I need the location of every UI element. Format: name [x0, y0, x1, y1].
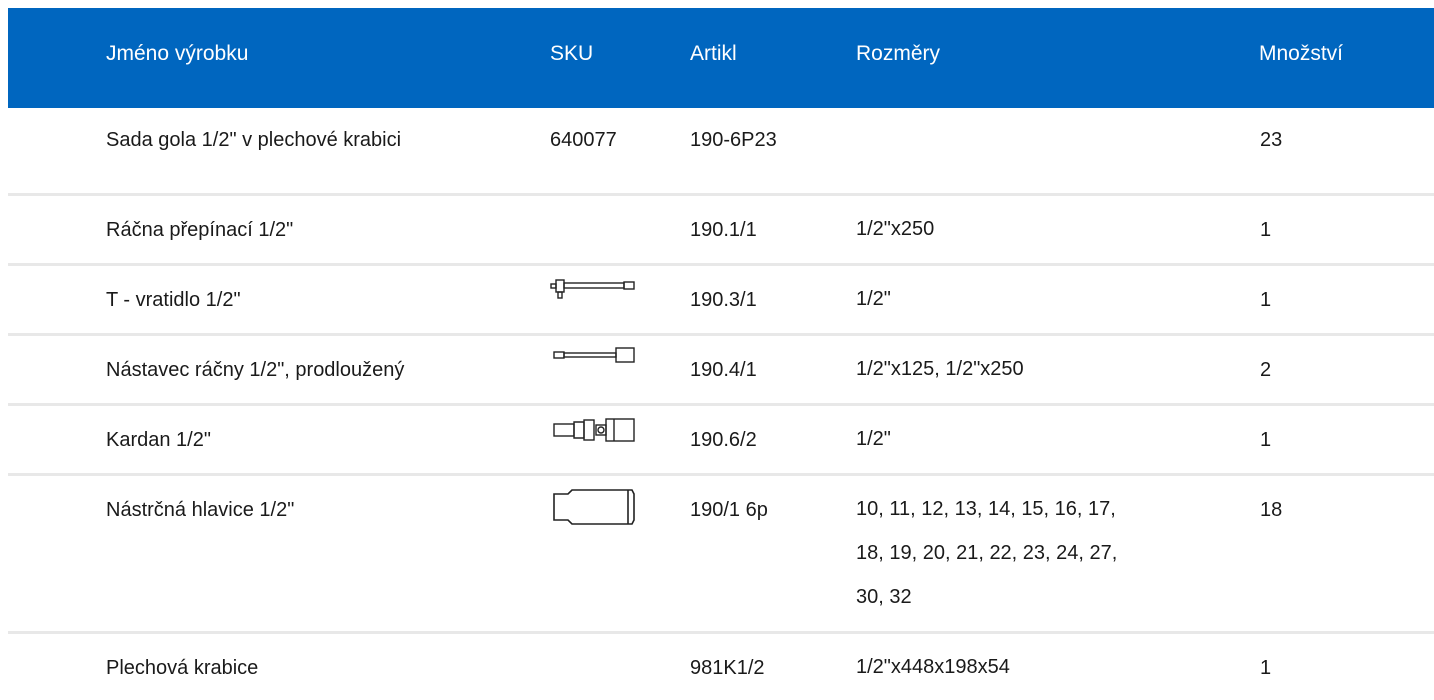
universal-joint-icon: [548, 416, 640, 446]
t-handle-icon: [548, 276, 638, 302]
cell-artikl: 190.1/1: [690, 219, 757, 241]
cell-size: 1/2"x448x198x54: [856, 656, 1010, 678]
cell-artikl: 981K1/2: [690, 657, 765, 679]
socket-icon: [548, 486, 640, 526]
cell-size: 10, 11, 12, 13, 14, 15, 16, 17, 18, 19, …: [856, 487, 1117, 619]
cell-qty: 1: [1260, 657, 1272, 679]
cell-name: T - vratidlo 1/2": [106, 289, 241, 311]
table-row: Kardan 1/2" 190.6/2 1/2" 1: [8, 406, 1434, 476]
size-line: 10, 11, 12, 13, 14, 15, 16, 17,: [856, 498, 1116, 520]
cell-artikl: 190.6/2: [690, 429, 757, 451]
table-row: T - vratidlo 1/2" 190.3/1 1/2" 1: [8, 266, 1434, 336]
cell-qty: 2: [1260, 359, 1272, 381]
size-line: 18, 19, 20, 21, 22, 23, 24, 27,: [856, 542, 1118, 564]
cell-name: Ráčna přepínací 1/2": [106, 219, 294, 241]
cell-name: Nástavec ráčny 1/2", prodloužený: [106, 359, 405, 381]
header-name: Jméno výrobku: [106, 42, 249, 65]
cell-size: 1/2"x250: [856, 218, 935, 240]
header-artikl: Artikl: [690, 42, 737, 65]
table-row: Nástrčná hlavice 1/2" 190/1 6p 10, 11, 1…: [8, 476, 1434, 634]
header-size: Rozměry: [856, 42, 941, 65]
cell-name: Nástrčná hlavice 1/2": [106, 499, 295, 521]
extension-bar-icon: [548, 346, 638, 366]
table-header: Jméno výrobku SKU Artikl Rozměry Množstv…: [8, 8, 1434, 108]
cell-qty: 1: [1260, 429, 1272, 451]
table-row: Sada gola 1/2" v plechové krabici 640077…: [8, 108, 1434, 196]
cell-size: 1/2"x125, 1/2"x250: [856, 358, 1024, 380]
cell-name: Plechová krabice: [106, 657, 259, 679]
cell-artikl: 190.3/1: [690, 289, 757, 311]
cell-qty: 18: [1260, 499, 1283, 521]
cell-name: Sada gola 1/2" v plechové krabici: [106, 129, 402, 151]
cell-size: 1/2": [856, 288, 891, 310]
table-row: Plechová krabice 981K1/2 1/2"x448x198x54…: [8, 634, 1434, 694]
cell-size: 1/2": [856, 428, 891, 450]
cell-artikl: 190.4/1: [690, 359, 757, 381]
cell-artikl: 190-6P23: [690, 129, 777, 151]
header-sku: SKU: [550, 42, 594, 65]
cell-sku: 640077: [550, 129, 617, 151]
table-row: Nástavec ráčny 1/2", prodloužený 190.4/1…: [8, 336, 1434, 406]
size-line: 30, 32: [856, 586, 912, 608]
table-row: Ráčna přepínací 1/2" 190.1/1 1/2"x250 1: [8, 196, 1434, 266]
cell-qty: 1: [1260, 289, 1272, 311]
cell-name: Kardan 1/2": [106, 429, 211, 451]
header-qty: Množství: [1259, 42, 1344, 65]
parts-table: Jméno výrobku SKU Artikl Rozměry Množstv…: [8, 8, 1434, 694]
cell-artikl: 190/1 6p: [690, 499, 768, 521]
cell-qty: 23: [1260, 129, 1283, 151]
cell-qty: 1: [1260, 219, 1272, 241]
